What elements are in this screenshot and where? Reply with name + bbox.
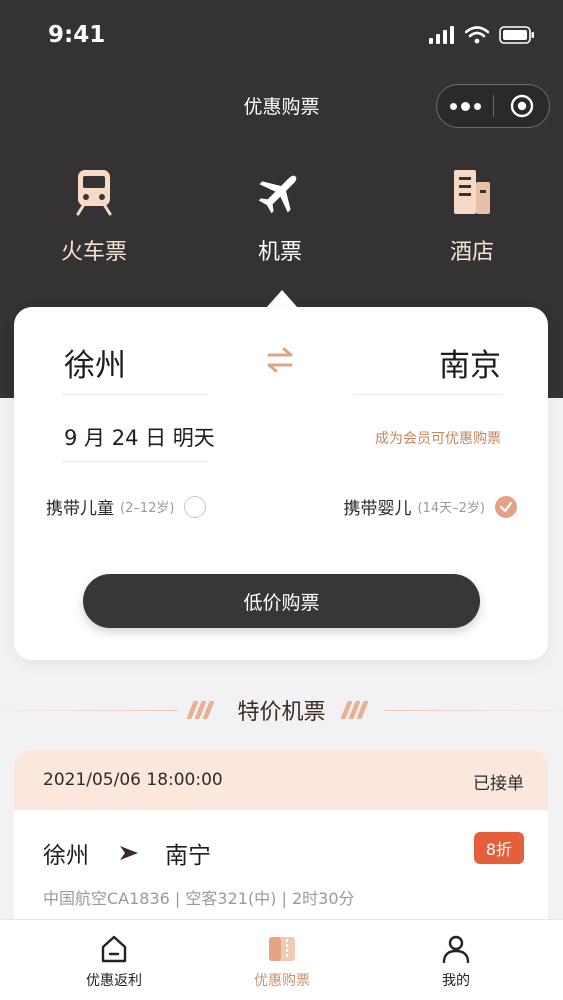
date-underline — [62, 461, 208, 462]
departure-date[interactable]: 9 月 24 日 明天 — [64, 422, 215, 452]
airplane-icon — [258, 175, 297, 214]
check-icon — [499, 501, 513, 512]
section-deco-right — [340, 701, 369, 719]
child-checkbox[interactable] — [184, 495, 207, 518]
from-underline — [62, 394, 208, 395]
ticket-icon — [269, 937, 295, 961]
train-icon — [76, 170, 112, 216]
tab-mine[interactable]: 我的 — [386, 934, 526, 990]
card-pointer — [266, 290, 298, 308]
swap-cities-button[interactable] — [264, 344, 296, 376]
category-label: 火车票 — [60, 240, 127, 265]
status-bar: 9:41 — [0, 0, 563, 72]
tab-bar: 优惠返利 优惠购票 我的 — [0, 919, 563, 1000]
ticket-status: 已接单 — [473, 774, 524, 794]
category-flight[interactable]: 机票 — [220, 168, 340, 266]
ticket-datetime: 2021/05/06 18:00:00 — [43, 770, 223, 790]
category-label: 酒店 — [449, 240, 494, 265]
ticket-from: 徐州 — [43, 843, 89, 869]
battery-icon — [499, 26, 534, 44]
tab-buy-tickets[interactable]: 优惠购票 — [212, 934, 352, 990]
arrow-right-icon — [120, 846, 138, 860]
more-dot — [460, 101, 470, 111]
ticket-header: 2021/05/06 18:00:00 已接单 — [14, 750, 548, 810]
to-underline — [354, 394, 502, 395]
flight-info: 中国航空CA1836 | 空客321(中) | 2时30分 — [43, 889, 355, 908]
wifi-icon — [465, 26, 489, 44]
target-icon — [510, 94, 533, 118]
category-hotel[interactable]: 酒店 — [412, 168, 532, 266]
ticket-to: 南宁 — [165, 843, 211, 869]
more-button[interactable] — [437, 85, 493, 127]
infant-option-age: (14天–2岁) — [417, 501, 485, 516]
discount-badge: 8折 — [473, 832, 524, 864]
close-miniapp-button[interactable] — [494, 85, 549, 127]
swap-icon — [267, 347, 293, 373]
user-icon — [442, 935, 470, 964]
tab-label: 我的 — [442, 973, 470, 989]
infant-option-label: 携带婴儿 — [343, 499, 412, 519]
tab-label: 优惠返利 — [86, 973, 142, 989]
infant-option[interactable]: 携带婴儿 (14天–2岁) — [344, 494, 517, 519]
member-tip-link[interactable]: 成为会员可优惠购票 — [375, 428, 501, 448]
status-icons — [429, 26, 535, 44]
category-label: 机票 — [257, 240, 302, 265]
signal-icon — [429, 26, 454, 44]
child-option-label: 携带儿童 — [46, 499, 114, 519]
hotel-icon — [454, 170, 490, 214]
home-icon — [101, 935, 127, 963]
child-option-age: (2–12岁) — [120, 501, 175, 516]
search-tickets-button[interactable]: 低价购票 — [83, 574, 480, 628]
status-time: 9:41 — [48, 22, 106, 48]
child-option[interactable]: 携带儿童 (2–12岁) — [46, 494, 207, 519]
departure-city[interactable]: 徐州 — [64, 340, 126, 385]
more-dot — [449, 102, 457, 110]
tab-label: 优惠购票 — [254, 973, 310, 989]
ticket-card[interactable]: 2021/05/06 18:00:00 已接单 徐州 南宁 8折 中国航空CA1… — [14, 750, 548, 930]
miniapp-capsule — [436, 84, 550, 128]
category-train[interactable]: 火车票 — [34, 168, 154, 266]
ticket-route: 徐州 南宁 — [43, 836, 211, 870]
tab-rebate[interactable]: 优惠返利 — [44, 934, 184, 990]
arrival-city[interactable]: 南京 — [439, 340, 501, 385]
more-dot — [473, 102, 481, 110]
section-line-right — [385, 710, 563, 711]
section-header: 特价机票 — [0, 694, 563, 728]
infant-checkbox[interactable] — [495, 495, 517, 518]
